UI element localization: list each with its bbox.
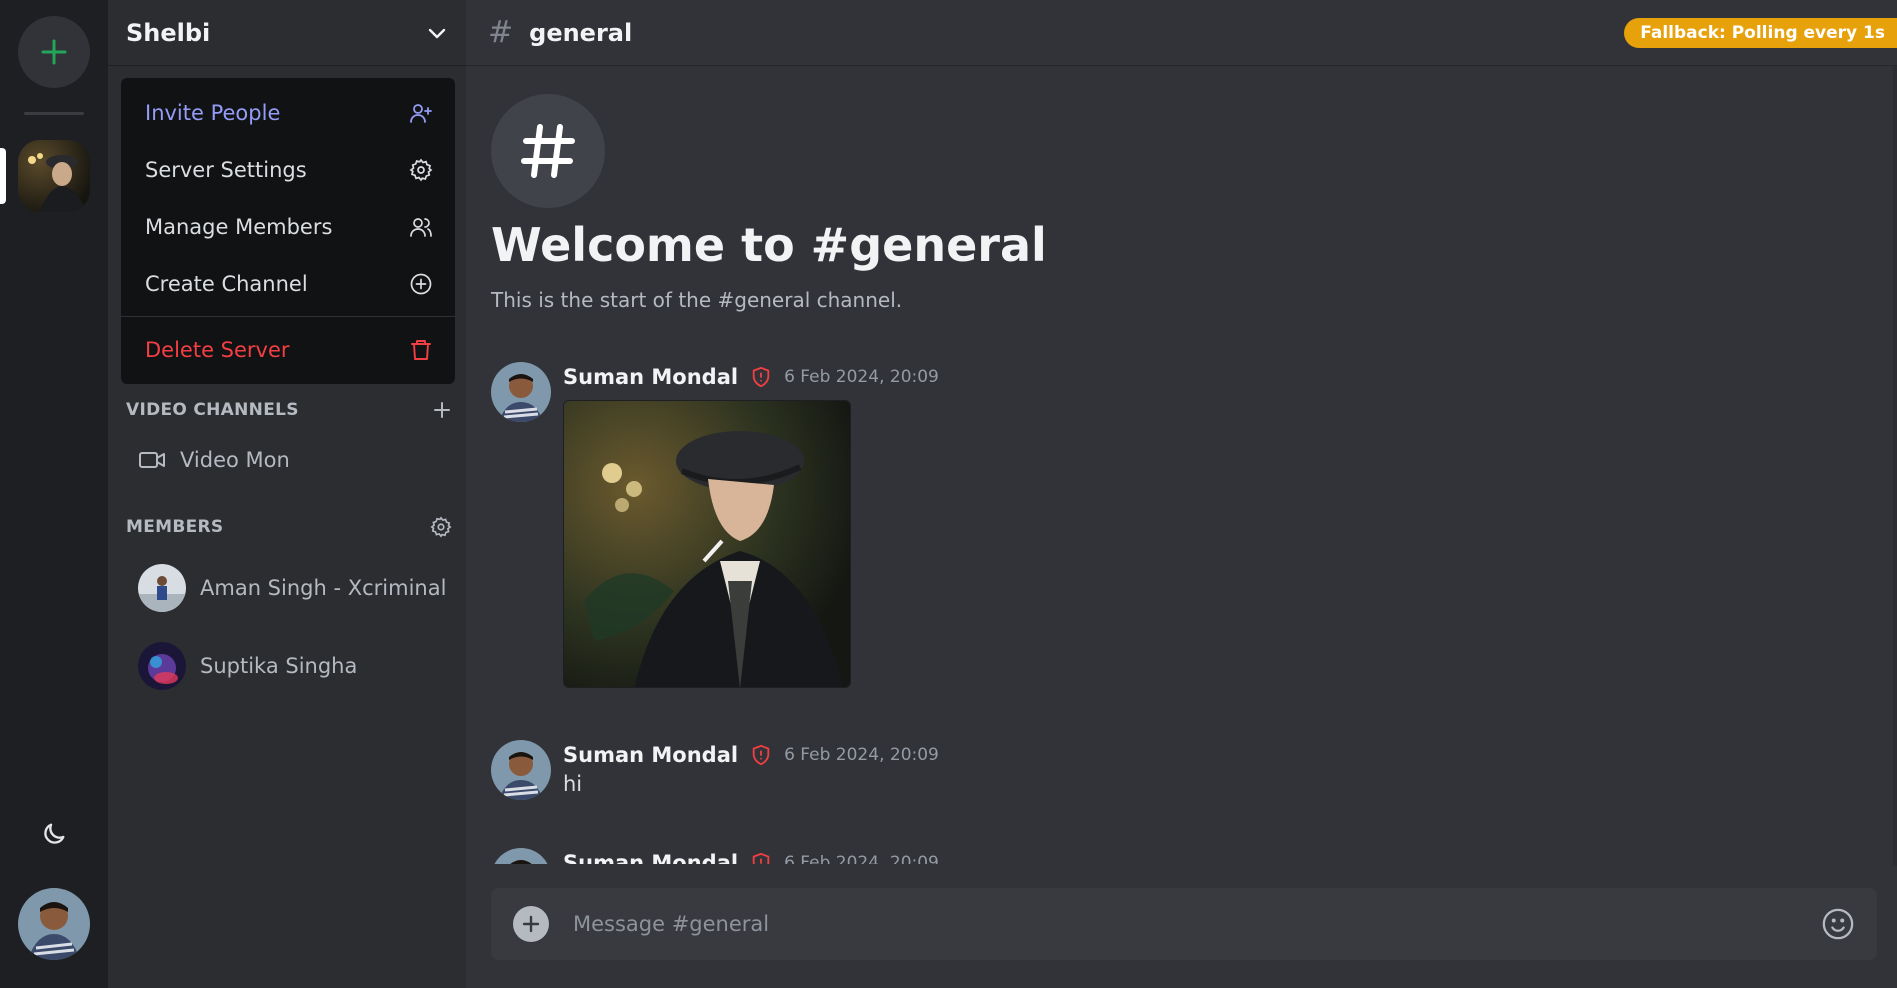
attach-button[interactable] [513,906,549,942]
users-icon [410,217,432,237]
video-channel-label: Video Mon [180,448,290,472]
message-scrollbar[interactable] [1893,66,1897,866]
hash-icon [521,124,575,178]
author-avatar[interactable] [491,740,551,800]
message-image-attachment[interactable] [563,400,851,688]
video-channels-section: VIDEO CHANNELS [126,400,452,420]
channel-title: general [529,18,633,47]
moon-icon [44,823,65,844]
author-avatar[interactable] [491,848,551,864]
server-settings-label: Server Settings [145,157,307,182]
add-channel-plus-icon[interactable] [432,400,452,420]
message: Suman Mondal 6 Feb 2024, 20:09 [491,848,939,864]
members-section: MEMBERS [126,516,452,538]
menu-divider [121,316,455,317]
trash-icon [411,339,431,360]
status-badge: Fallback: Polling every 1s [1624,18,1897,48]
video-channel-item[interactable]: Video Mon [138,448,290,472]
member-avatar [138,642,186,690]
add-server-button[interactable] [18,16,90,88]
author-avatar[interactable] [491,362,551,422]
server-settings-item[interactable]: Server Settings [121,141,455,198]
server-rail [0,0,108,988]
rail-divider [24,112,84,115]
shield-alert-icon [752,366,770,388]
message-timestamp: 6 Feb 2024, 20:09 [784,745,939,765]
message-timestamp: 6 Feb 2024, 20:09 [784,367,939,387]
message-author[interactable]: Suman Mondal [563,743,738,767]
server-icon-shelbi[interactable] [18,140,90,212]
invite-people-label: Invite People [145,100,281,125]
channel-header: # general Fallback: Polling every 1s [466,0,1897,66]
shield-alert-icon [752,852,770,864]
member-name: Suptika Singha [200,654,358,678]
message-input[interactable] [573,912,1821,936]
plus-circle-icon [410,273,432,294]
delete-server-label: Delete Server [145,337,290,362]
welcome-subtitle: This is the start of the #general channe… [491,288,903,312]
theme-toggle-button[interactable] [38,818,70,850]
plus-icon [522,915,540,933]
gear-icon[interactable] [430,516,452,538]
members-heading: MEMBERS [126,517,224,537]
message-author[interactable]: Suman Mondal [563,365,738,389]
shield-alert-icon [752,744,770,766]
message-composer [491,888,1877,960]
welcome-title: Welcome to #general [491,218,1047,272]
member-avatar [138,564,186,612]
message-author[interactable]: Suman Mondal [563,851,738,864]
server-header[interactable]: Shelbi [108,0,466,66]
member-item[interactable]: Suptika Singha [138,642,357,690]
channel-hash-icon: # [488,15,514,50]
invite-people-item[interactable]: Invite People [121,84,455,141]
video-channels-heading: VIDEO CHANNELS [126,400,299,420]
gear-icon [409,158,433,181]
chevron-down-icon[interactable] [426,22,448,44]
chat-area: # general Fallback: Polling every 1s Wel… [466,0,1897,988]
user-avatar[interactable] [18,888,90,960]
create-channel-item[interactable]: Create Channel [121,255,455,312]
channel-hash-avatar [491,94,605,208]
manage-members-label: Manage Members [145,214,333,239]
active-server-indicator [0,148,6,204]
message-list: Suman Mondal 6 Feb 2024, 20:09 Suman Mon… [466,350,1897,864]
user-plus-icon [410,103,432,123]
message-timestamp: 6 Feb 2024, 20:09 [784,853,939,864]
video-camera-icon [139,452,165,468]
member-name: Aman Singh - Xcriminal [200,576,447,600]
plus-icon [41,39,67,65]
manage-members-item[interactable]: Manage Members [121,198,455,255]
message: Suman Mondal 6 Feb 2024, 20:09 [491,362,939,688]
create-channel-label: Create Channel [145,271,308,296]
server-name: Shelbi [126,18,211,47]
smile-icon[interactable] [1821,907,1855,941]
member-item[interactable]: Aman Singh - Xcriminal [138,564,446,612]
server-menu-dropdown: Invite People Server Settings Manage Mem… [121,78,455,384]
message-text: hi [563,772,583,796]
message: Suman Mondal 6 Feb 2024, 20:09 hi [491,740,939,800]
delete-server-item[interactable]: Delete Server [121,321,455,378]
channel-sidebar: Shelbi Invite People Server Settings Man… [108,0,466,988]
